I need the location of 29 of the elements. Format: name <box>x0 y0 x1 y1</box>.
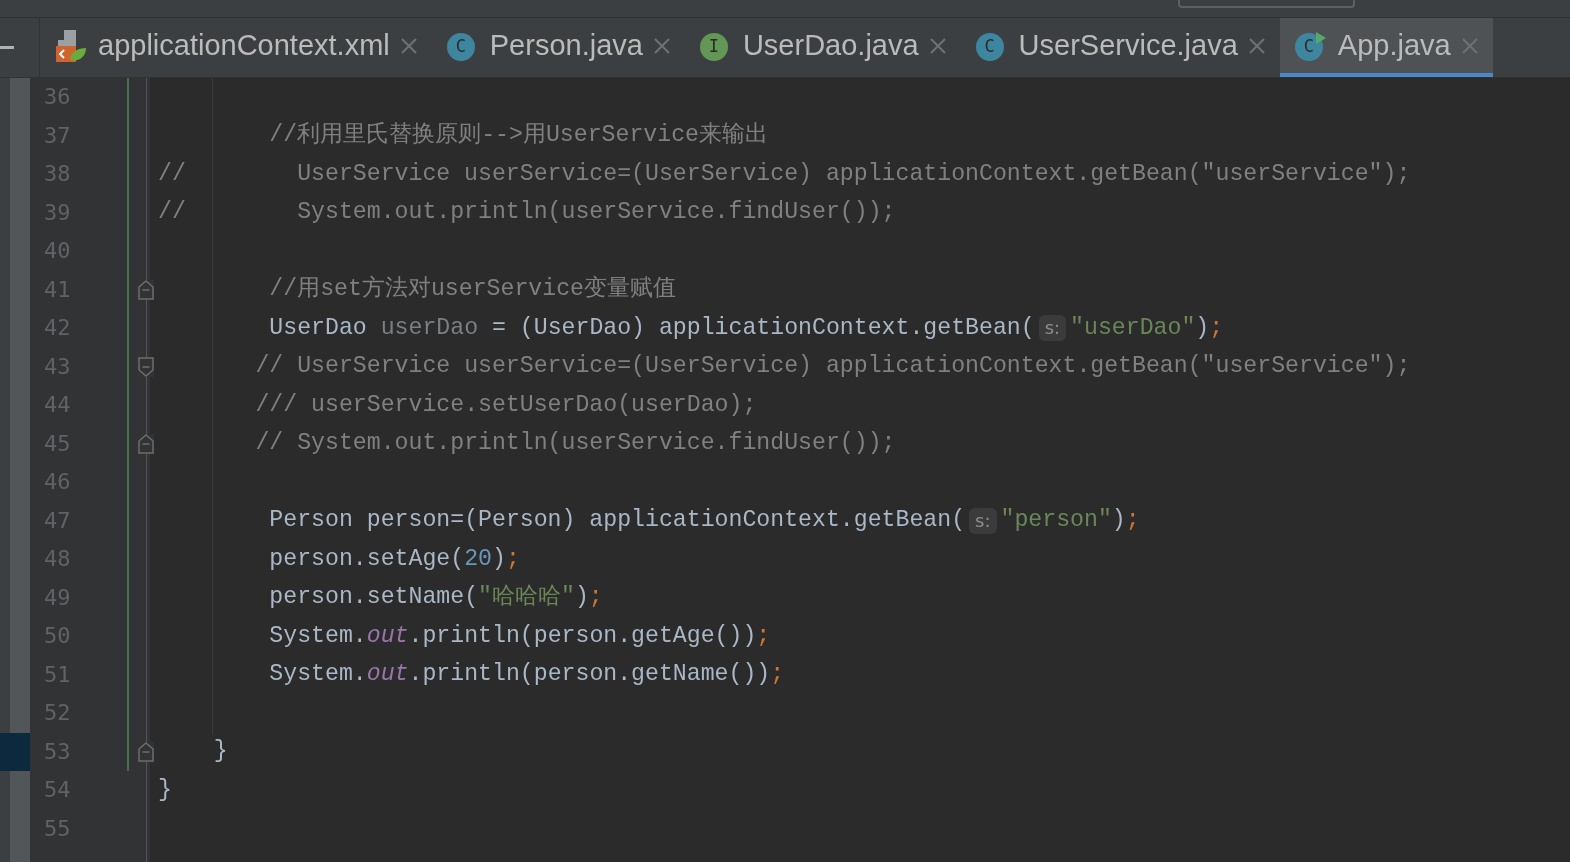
code-line: System.out.println(person.getName()); <box>269 663 785 687</box>
code-line: } <box>213 740 228 764</box>
code-line: } <box>158 778 172 802</box>
editor-tab[interactable]: C Person.java <box>431 18 685 77</box>
close-icon[interactable] <box>1460 36 1479 55</box>
fold-marker-icon[interactable] <box>138 741 154 762</box>
code-line: //利用里氏替换原则-->用UserService来输出 <box>269 124 768 148</box>
close-icon[interactable] <box>652 36 671 55</box>
fold-marker-icon[interactable] <box>138 356 154 377</box>
code-line: // UserService userService=(UserService) applicationContext.getBean("userService"); <box>158 162 1411 186</box>
fold-marker-icon[interactable] <box>138 433 154 454</box>
code-line: person.setName("哈哈哈"); <box>269 586 603 610</box>
code-line: // UserService userService=(UserService) applicationContext.getBean("userService"); <box>255 355 1411 379</box>
code-line: // System.out.println(userService.findUser()); <box>158 201 896 225</box>
code-line: person.setAge(20); <box>269 547 520 571</box>
editor-tab[interactable]: applicationContext.xml <box>40 18 432 77</box>
code-line: /// userService.setUserDao(userDao); <box>255 393 757 417</box>
fold-marker-icon[interactable] <box>138 279 154 300</box>
editor-tab[interactable]: C UserService.java <box>960 18 1280 77</box>
close-icon[interactable] <box>928 36 947 55</box>
code-line: // System.out.println(userService.findUser()); <box>255 432 896 456</box>
close-icon[interactable] <box>399 36 418 55</box>
editor-tab[interactable]: I UserDao.java <box>684 18 961 77</box>
code-line: Person person=(Person) applicationContext.getBean( s: "person"); <box>269 507 1140 534</box>
close-icon[interactable] <box>1247 36 1266 55</box>
editor-tab[interactable]: C App.java <box>1279 18 1493 77</box>
code-line: System.out.println(person.getAge()); <box>269 624 771 648</box>
xml-file-icon <box>54 27 88 64</box>
code-line: UserDao userDao = (UserDao) applicationContext.getBean( s: "userDao"); <box>269 315 1224 342</box>
